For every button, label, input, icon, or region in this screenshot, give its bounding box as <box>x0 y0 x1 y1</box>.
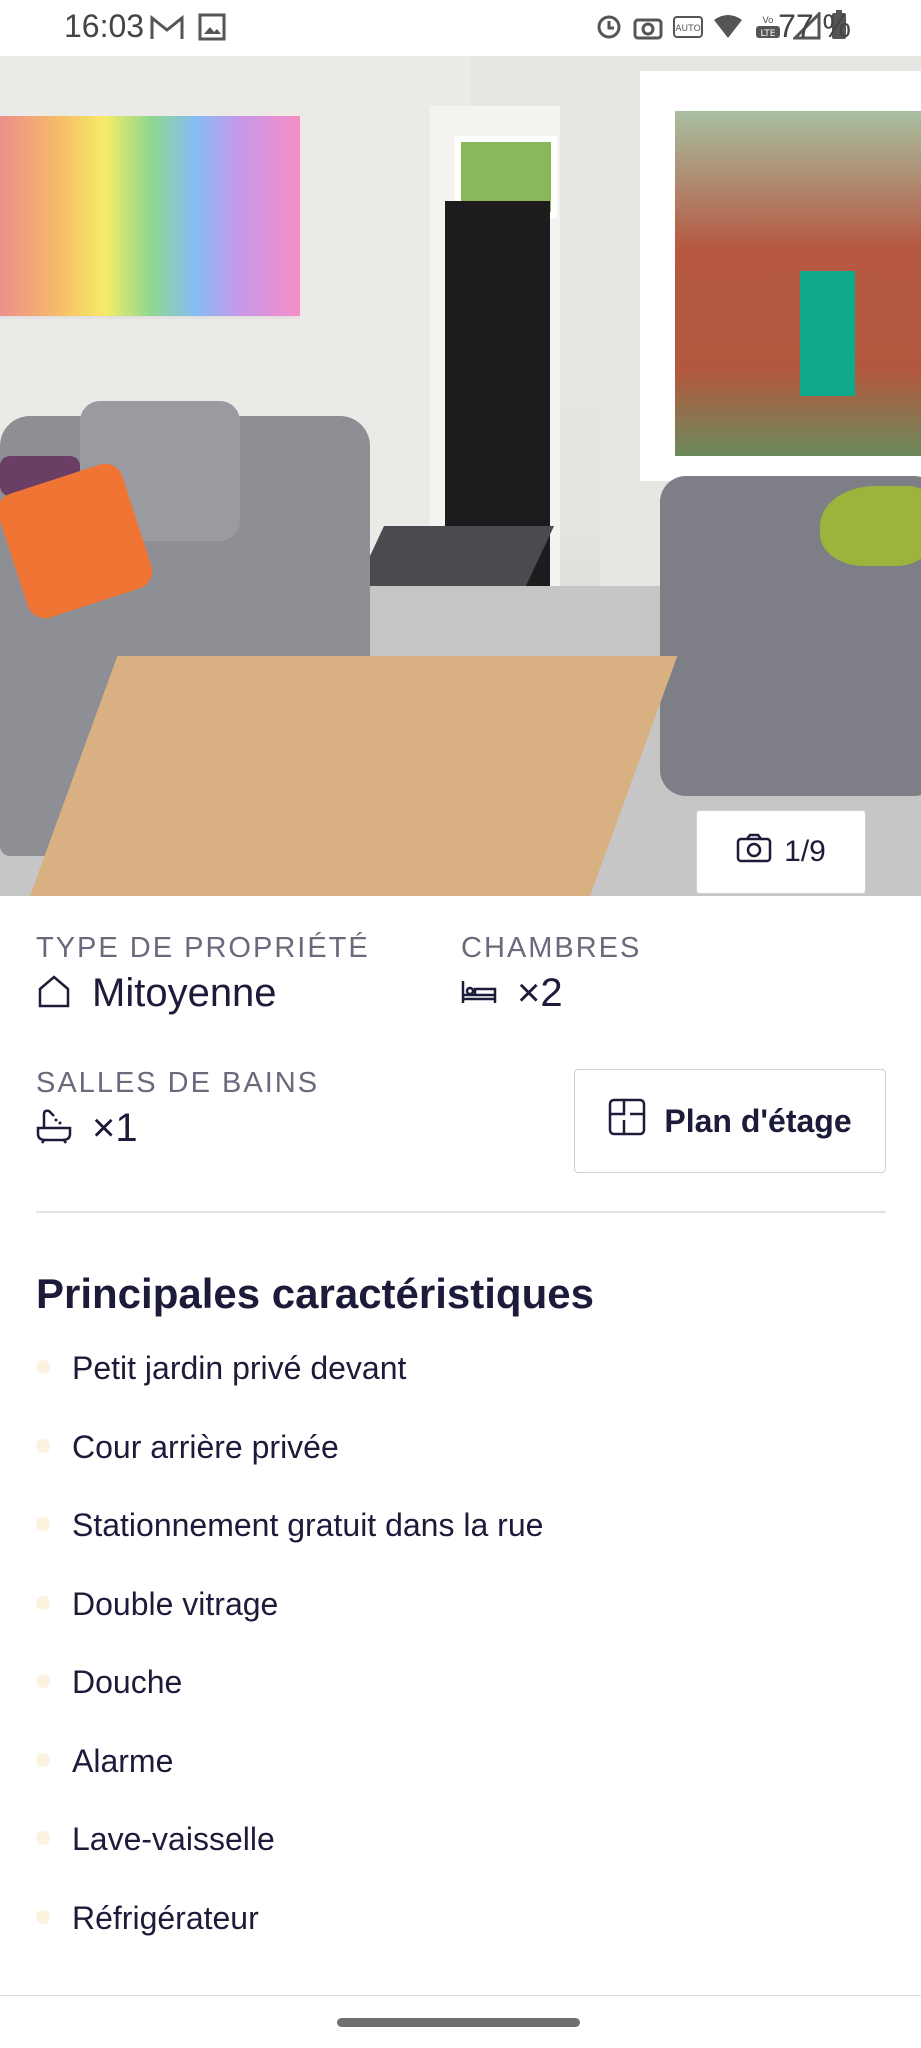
bathtub-icon <box>36 1108 72 1149</box>
bed-icon <box>461 973 497 1014</box>
property-type-row: Mitoyenne <box>36 971 370 1016</box>
property-type-block: TYPE DE PROPRIÉTÉ Mitoyenne <box>36 932 370 1016</box>
features-list: Petit jardin privé devant Cour arrière p… <box>36 1350 543 1978</box>
feature-text: Réfrigérateur <box>72 1899 259 1936</box>
photo-green-door <box>800 271 855 396</box>
bullet-icon <box>36 1360 50 1374</box>
section-divider <box>36 1211 886 1213</box>
svg-text:LTE: LTE <box>761 29 776 39</box>
photo-pillow-green <box>820 486 921 566</box>
wifi-icon <box>713 11 743 48</box>
status-bar: 16:03 AUTO LTE Vo 77 % <box>0 0 921 56</box>
bottom-divider <box>0 1995 921 1996</box>
battery-percentage: 77 % <box>778 8 851 44</box>
floorplan-icon <box>608 1098 646 1144</box>
camera-icon <box>633 11 663 48</box>
bullet-icon <box>36 1674 50 1688</box>
bedrooms-label: CHAMBRES <box>461 932 642 964</box>
bedrooms-value: ×2 <box>517 971 563 1015</box>
status-left-icons <box>150 12 226 49</box>
bullet-icon <box>36 1438 50 1453</box>
photo-door-mat <box>356 526 554 586</box>
list-item: Cour arrière privée <box>36 1429 543 1508</box>
home-indicator[interactable] <box>337 2018 580 2027</box>
feature-text: Petit jardin privé devant <box>72 1350 407 1386</box>
bathrooms-label: SALLES DE BAINS <box>36 1067 320 1099</box>
bullet-icon <box>36 1595 50 1610</box>
feature-text: Douche <box>72 1664 183 1700</box>
list-item: Douche <box>36 1664 543 1743</box>
property-photo[interactable]: 1/9 <box>0 56 921 896</box>
camera-icon <box>736 833 772 871</box>
list-item: Double vitrage <box>36 1586 543 1665</box>
feature-text: Alarme <box>72 1742 174 1779</box>
gmail-icon <box>150 12 184 49</box>
svg-text:Vo: Vo <box>763 16 774 26</box>
floor-plan-button[interactable]: Plan d'étage <box>574 1069 886 1173</box>
bullet-icon <box>36 1831 50 1845</box>
bullet-icon <box>36 1517 50 1531</box>
bathrooms-block: SALLES DE BAINS ×1 <box>36 1067 319 1151</box>
photo-wall-art <box>0 116 300 319</box>
list-item: Réfrigérateur <box>36 1900 543 1979</box>
bullet-icon <box>36 1909 50 1924</box>
floor-plan-button-label: Plan d'étage <box>664 1102 852 1139</box>
photo-counter-button[interactable]: 1/9 <box>696 810 866 894</box>
property-type-value: Mitoyenne <box>92 971 277 1015</box>
feature-text: Lave-vaisselle <box>72 1821 275 1857</box>
bullet-icon <box>36 1752 50 1767</box>
list-item: Lave-vaisselle <box>36 1821 543 1900</box>
list-item: Alarme <box>36 1743 543 1822</box>
photo-counter-text: 1/9 <box>784 835 826 868</box>
bathrooms-row: ×1 <box>36 1106 319 1151</box>
svg-text:AUTO: AUTO <box>675 24 700 34</box>
bedrooms-block: CHAMBRES ×2 <box>461 932 641 1016</box>
feature-text: Double vitrage <box>72 1585 279 1622</box>
alarm-icon <box>595 11 623 48</box>
auto-hz-icon: AUTO <box>673 11 703 48</box>
photo-coffee-table <box>30 656 678 896</box>
image-icon <box>198 12 226 49</box>
photo-window-view <box>675 111 921 456</box>
property-type-label: TYPE DE PROPRIÉTÉ <box>36 932 370 964</box>
status-time: 16:03 <box>64 8 145 44</box>
list-item: Stationnement gratuit dans la rue <box>36 1507 543 1586</box>
feature-text: Cour arrière privée <box>72 1428 339 1465</box>
list-item: Petit jardin privé devant <box>36 1350 543 1429</box>
feature-text: Stationnement gratuit dans la rue <box>72 1507 544 1543</box>
bathrooms-value: ×1 <box>92 1106 138 1150</box>
house-icon <box>36 973 72 1014</box>
features-title: Principales caractéristiques <box>36 1270 594 1317</box>
bedrooms-row: ×2 <box>461 971 641 1016</box>
